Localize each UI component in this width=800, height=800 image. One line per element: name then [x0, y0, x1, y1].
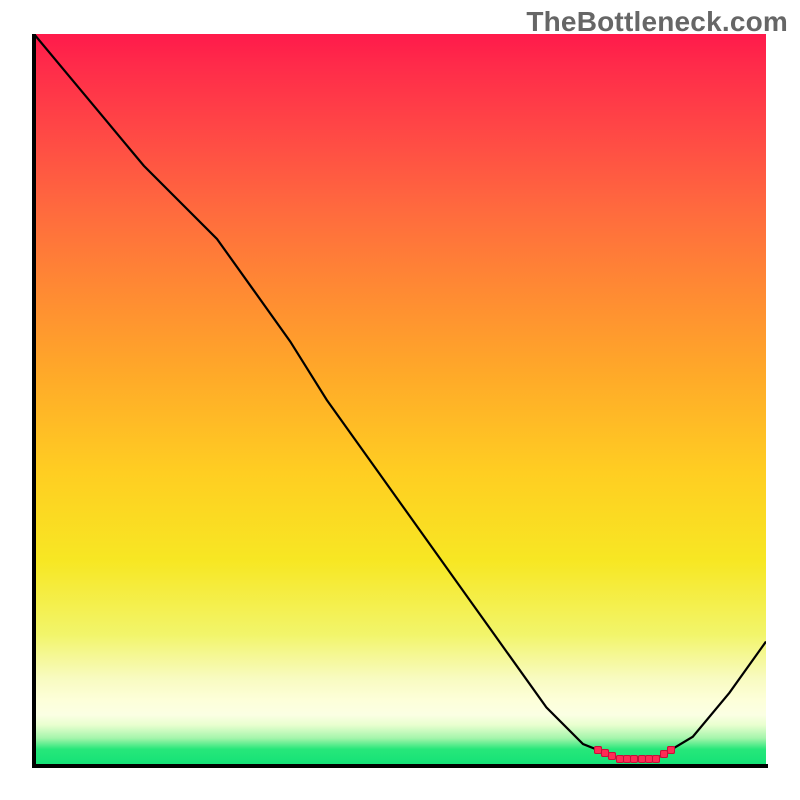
- optimum-marker: [667, 746, 675, 754]
- chart-container: TheBottleneck.com: [0, 0, 800, 800]
- plot-area: [34, 34, 766, 766]
- y-axis-line: [32, 34, 36, 768]
- optimum-marker: [652, 755, 660, 763]
- x-axis-line: [34, 764, 768, 768]
- optimum-marker-strip: [34, 34, 766, 766]
